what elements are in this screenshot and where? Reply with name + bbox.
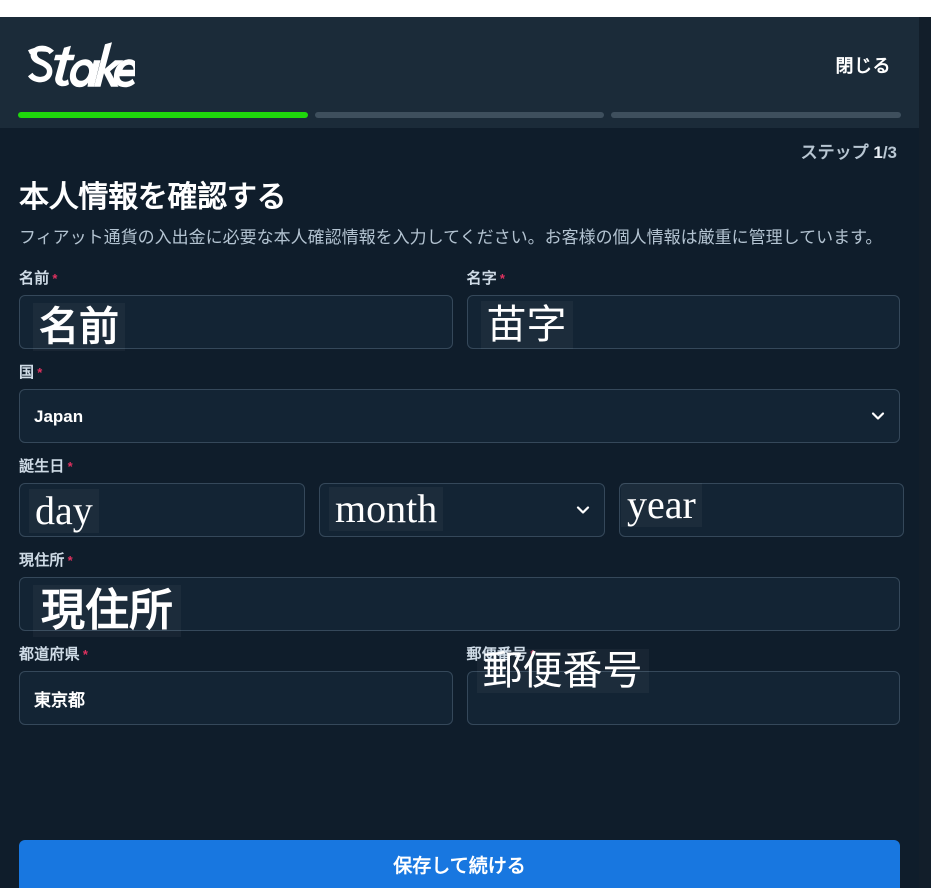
prefecture-field: 都道府県 * xyxy=(19,643,453,726)
country-label-text: 国 xyxy=(19,364,35,382)
birthday-year-input[interactable] xyxy=(619,483,904,538)
prefecture-label-text: 都道府県 xyxy=(19,646,80,664)
top-white-strip xyxy=(0,0,931,17)
step-counter: ステップ 1/3 xyxy=(801,138,897,163)
step-counter-row: ステップ 1/3 xyxy=(0,128,919,172)
required-asterisk: * xyxy=(52,271,58,287)
progress-segment-3 xyxy=(611,112,902,118)
last-name-label-text: 名字 xyxy=(466,270,497,288)
last-name-label: 名字 * xyxy=(467,267,901,288)
birthday-row: 誕生日 * day month year xyxy=(19,455,904,538)
stake-logo[interactable] xyxy=(20,38,135,96)
country-select[interactable]: Japan xyxy=(19,389,900,444)
first-name-input[interactable] xyxy=(19,295,453,350)
birthday-month-select[interactable] xyxy=(319,483,605,538)
postal-code-label: 郵便番号 * xyxy=(467,643,901,664)
address-row: 現住所 * 現住所 xyxy=(19,549,900,638)
birthday-year-wrap: year xyxy=(619,483,904,538)
required-asterisk: * xyxy=(530,647,536,663)
right-edge-sliver xyxy=(919,17,931,888)
birthday-label: 誕生日 * xyxy=(19,455,904,476)
step-current: 1 xyxy=(873,142,883,162)
address-input[interactable] xyxy=(19,577,900,632)
page-title: 本人情報を確認する xyxy=(19,181,287,214)
country-row: 国 * Japan xyxy=(19,361,900,444)
prefecture-postal-row: 都道府県* 郵便番号* 郵便番号 xyxy=(19,643,901,726)
required-asterisk: * xyxy=(67,459,73,475)
first-name-field: 名前 * 名前 xyxy=(19,267,453,352)
required-asterisk: * xyxy=(67,553,73,569)
last-name-field: 名字 * 苗字 xyxy=(466,267,901,350)
progress-bar xyxy=(0,112,919,128)
birthday-inputs: day month year xyxy=(19,483,904,538)
step-total: /3 xyxy=(882,142,897,162)
name-row: 名前 * 名前 名字 * 苗字 xyxy=(19,267,901,352)
save-and-continue-button[interactable]: 保存して続ける xyxy=(19,840,900,888)
last-name-input[interactable] xyxy=(466,295,900,350)
close-button[interactable]: 閉じる xyxy=(828,46,900,84)
modal-body: 本人情報を確認する フィアット通貨の入出金に必要な本人確認情報を入力してください… xyxy=(0,172,919,726)
country-field: 国 * Japan xyxy=(19,361,900,444)
birthday-month-wrap: month xyxy=(319,483,605,538)
birthday-field: 誕生日 * day month year xyxy=(19,455,904,538)
postal-code-field: 郵便番号 * 郵便番号 xyxy=(466,643,901,726)
kyc-modal: 閉じる ステップ 1/3 本人情報を確認する フィアット通貨の入出金に必要な本人… xyxy=(0,17,919,888)
postal-code-input[interactable] xyxy=(466,671,900,726)
required-asterisk: * xyxy=(37,365,43,381)
required-asterisk: * xyxy=(499,271,506,287)
first-name-label-text: 名前 xyxy=(19,270,50,288)
address-label: 現住所 * xyxy=(19,549,900,570)
required-asterisk: * xyxy=(82,647,89,663)
page-description: フィアット通貨の入出金に必要な本人確認情報を入力してください。お客様の個人情報は… xyxy=(19,228,883,247)
prefecture-label: 都道府県 * xyxy=(19,643,453,664)
prefecture-input[interactable] xyxy=(19,671,453,726)
postal-code-label-text: 郵便番号 xyxy=(466,646,528,664)
birthday-day-wrap: day xyxy=(19,483,305,538)
progress-segment-2 xyxy=(314,112,605,118)
country-select-wrap: Japan xyxy=(19,389,900,444)
progress-segment-1 xyxy=(18,112,308,118)
address-label-text: 現住所 xyxy=(19,552,65,570)
first-name-label: 名前 * xyxy=(19,267,453,288)
modal-header: 閉じる xyxy=(0,17,919,112)
birthday-day-input[interactable] xyxy=(19,483,305,538)
country-label: 国 * xyxy=(19,361,900,382)
step-prefix: ステップ xyxy=(800,142,874,162)
address-field: 現住所 * 現住所 xyxy=(19,549,900,638)
birthday-label-text: 誕生日 xyxy=(19,458,65,476)
screen-root: 閉じる ステップ 1/3 本人情報を確認する フィアット通貨の入出金に必要な本人… xyxy=(0,0,931,888)
